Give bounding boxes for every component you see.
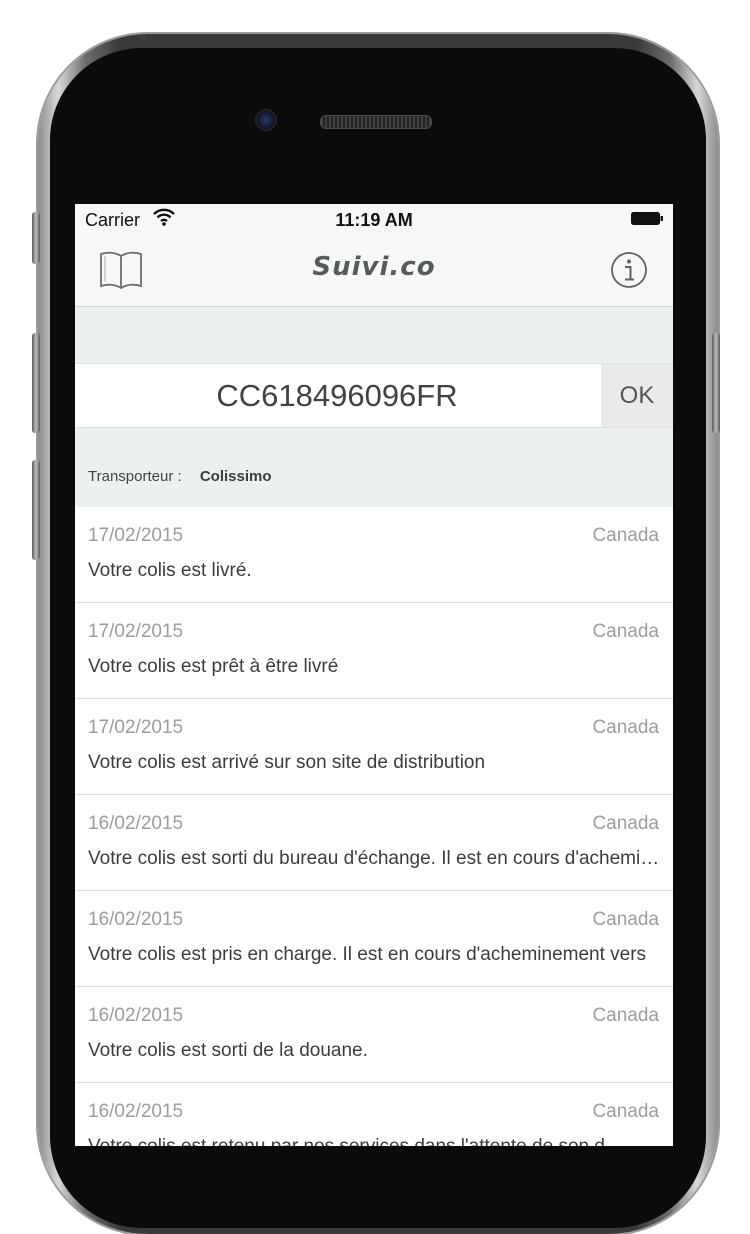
list-item[interactable]: 16/02/2015 Canada Votre colis est retenu… [75,1083,673,1146]
navigation-bar: Suivi.co [75,236,673,307]
list-item[interactable]: 17/02/2015 Canada Votre colis est prêt à… [75,603,673,699]
event-date: 16/02/2015 [88,813,184,834]
event-date: 16/02/2015 [88,909,184,930]
event-date: 16/02/2015 [88,1101,184,1122]
carrier-label: Transporteur : [88,468,182,485]
ok-button[interactable]: OK [601,364,673,427]
mute-switch [32,212,40,264]
carrier-info: Transporteur : Colissimo [88,468,272,485]
list-item[interactable]: 16/02/2015 Canada Votre colis est pris e… [75,891,673,987]
volume-down-button [32,460,40,560]
event-date: 17/02/2015 [88,621,184,642]
event-date: 17/02/2015 [88,717,184,738]
event-location: Canada [592,813,659,834]
event-location: Canada [592,717,659,738]
event-message: Votre colis est prêt à être livré [88,656,339,677]
list-item[interactable]: 16/02/2015 Canada Votre colis est sorti … [75,987,673,1083]
earpiece-speaker [320,115,432,129]
event-message: Votre colis est arrivé sur son site de d… [88,752,486,773]
tracking-input-row: OK [75,363,673,428]
carrier-value: Colissimo [199,468,272,485]
event-location: Canada [592,1101,659,1122]
battery-icon [631,212,663,225]
search-area: OK Transporteur : Colissimo [75,307,673,507]
status-bar: Carrier 11:19 AM [75,204,673,236]
event-location: Canada [592,909,659,930]
event-message: Votre colis est livré. [88,560,252,581]
app-screen: Carrier 11:19 AM Suivi.co OK [75,204,673,1146]
event-location: Canada [592,525,659,546]
event-location: Canada [592,621,659,642]
list-item[interactable]: 17/02/2015 Canada Votre colis est livré. [75,507,673,603]
power-button [712,333,720,433]
event-date: 17/02/2015 [88,525,184,546]
event-date: 16/02/2015 [88,1005,184,1026]
event-message: Votre colis est retenu par nos services … [88,1136,660,1146]
event-message: Votre colis est sorti de la douane. [88,1040,368,1061]
clock: 11:19 AM [335,210,413,230]
volume-up-button [32,333,40,433]
event-message: Votre colis est sorti du bureau d'échang… [88,848,660,869]
event-location: Canada [592,1005,659,1026]
tracking-events-list: 17/02/2015 Canada Votre colis est livré.… [75,507,673,1146]
app-title: Suivi.co [312,252,436,282]
list-item[interactable]: 16/02/2015 Canada Votre colis est sorti … [75,795,673,891]
event-message: Votre colis est pris en charge. Il est e… [88,944,647,965]
tracking-number-input[interactable] [75,364,599,427]
front-camera [255,109,277,131]
list-item[interactable]: 17/02/2015 Canada Votre colis est arrivé… [75,699,673,795]
info-icon[interactable] [609,250,649,290]
